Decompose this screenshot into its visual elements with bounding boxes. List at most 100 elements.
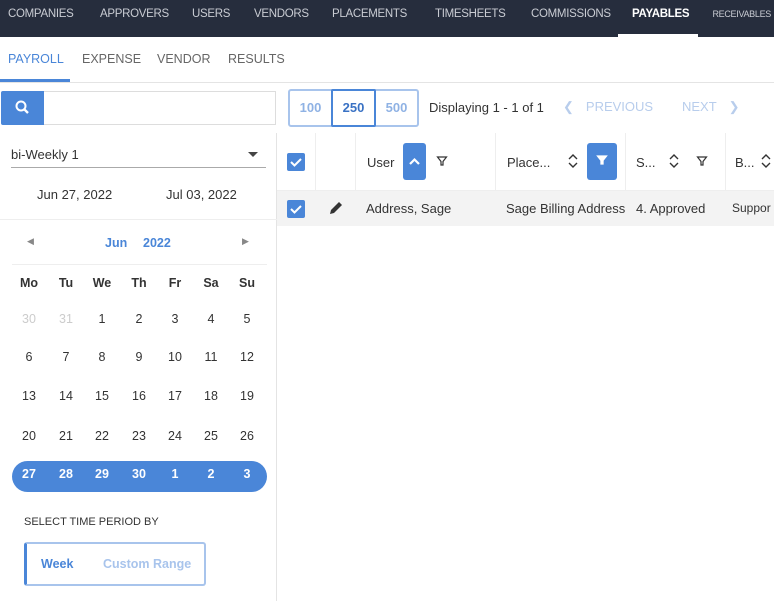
option-week[interactable]: Week — [41, 557, 73, 571]
divider — [12, 264, 267, 265]
weekday-header: Fr — [168, 276, 182, 290]
nav-users[interactable]: USERS — [192, 0, 230, 37]
period-end-date: Jul 03, 2022 — [166, 187, 237, 202]
select-all-checkbox[interactable] — [287, 153, 305, 171]
calendar-day[interactable]: 3 — [229, 467, 265, 481]
calendar-day[interactable]: 29 — [84, 467, 120, 481]
time-period-toggle: Week Custom Range — [24, 542, 206, 586]
filter-icon — [596, 155, 608, 165]
calendar-day[interactable]: 9 — [121, 350, 157, 364]
column-user[interactable]: User — [367, 155, 394, 170]
tab-results[interactable]: RESULTS — [228, 37, 285, 82]
calendar-month[interactable]: Jun — [105, 236, 127, 250]
calendar-day[interactable]: 30 — [11, 312, 47, 326]
cell-placement: Sage Billing Address — [506, 201, 626, 216]
sort-icon[interactable] — [567, 153, 579, 169]
nav-receivables[interactable]: RECEIVABLES — [712, 0, 771, 37]
check-icon — [290, 205, 302, 214]
sort-icon[interactable] — [668, 153, 680, 169]
divider — [0, 219, 277, 220]
filter-active-button[interactable] — [587, 143, 617, 180]
nav-placements[interactable]: PLACEMENTS — [332, 0, 407, 37]
calendar-day[interactable]: 22 — [84, 429, 120, 443]
sort-icon[interactable] — [760, 153, 772, 169]
check-icon — [290, 158, 302, 167]
option-custom-range[interactable]: Custom Range — [103, 557, 191, 571]
prev-month-button[interactable]: ◀ — [27, 236, 34, 247]
column-status[interactable]: S... — [636, 155, 656, 170]
weekday-header: Sa — [203, 276, 219, 290]
nav-timesheets[interactable]: TIMESHEETS — [435, 0, 506, 37]
calendar-day[interactable]: 13 — [11, 389, 47, 403]
calendar-day[interactable]: 6 — [11, 350, 47, 364]
cell-b: Suppor — [732, 201, 771, 215]
calendar-day[interactable]: 7 — [48, 350, 84, 364]
nav-approvers[interactable]: APPROVERS — [100, 0, 169, 37]
calendar-day[interactable]: 31 — [48, 312, 84, 326]
cell-status: 4. Approved — [636, 201, 706, 216]
search-input[interactable] — [44, 91, 276, 125]
page-size-100[interactable]: 100 — [290, 91, 331, 125]
chevron-up-icon — [409, 157, 420, 165]
calendar-day[interactable]: 20 — [11, 429, 47, 443]
calendar-day[interactable]: 4 — [193, 312, 229, 326]
calendar-day[interactable]: 3 — [157, 312, 193, 326]
filter-icon[interactable] — [436, 155, 448, 167]
filter-icon[interactable] — [696, 155, 708, 167]
calendar-day[interactable]: 19 — [229, 389, 265, 403]
weekday-header: Th — [131, 276, 147, 290]
calendar-year[interactable]: 2022 — [143, 236, 171, 250]
edit-pencil-icon[interactable] — [327, 199, 345, 217]
calendar-day[interactable]: 5 — [229, 312, 265, 326]
tab-expense[interactable]: EXPENSE — [82, 37, 141, 82]
calendar-day[interactable]: 21 — [48, 429, 84, 443]
chevron-right-icon: ❯ — [728, 99, 740, 114]
active-tab-indicator — [0, 79, 70, 82]
calendar-day[interactable]: 17 — [157, 389, 193, 403]
tab-vendor[interactable]: VENDOR — [157, 37, 210, 82]
calendar-day[interactable]: 27 — [11, 467, 47, 481]
column-placement[interactable]: Place... — [507, 155, 550, 170]
cell-user: Address, Sage — [366, 201, 452, 216]
calendar-day[interactable]: 1 — [84, 312, 120, 326]
weekday-header: We — [92, 276, 112, 290]
page-size-500[interactable]: 500 — [376, 91, 417, 125]
time-period-label: SELECT TIME PERIOD BY — [24, 516, 159, 528]
calendar-day[interactable]: 10 — [157, 350, 193, 364]
column-b[interactable]: B... — [735, 155, 755, 170]
sub-tabs: PAYROLL EXPENSE VENDOR RESULTS — [0, 37, 774, 83]
nav-vendors[interactable]: VENDORS — [254, 0, 309, 37]
calendar-day[interactable]: 28 — [48, 467, 84, 481]
period-select[interactable]: bi-Weekly 1 — [11, 140, 266, 168]
previous-button[interactable]: ❮ PREVIOUS — [563, 99, 653, 115]
tab-payroll[interactable]: PAYROLL — [8, 37, 64, 82]
calendar-day[interactable]: 26 — [229, 429, 265, 443]
calendar-day[interactable]: 24 — [157, 429, 193, 443]
calendar-day[interactable]: 2 — [121, 312, 157, 326]
sort-asc-button[interactable] — [403, 143, 426, 180]
calendar-day[interactable]: 8 — [84, 350, 120, 364]
calendar-day[interactable]: 2 — [193, 467, 229, 481]
calendar-day[interactable]: 11 — [193, 350, 229, 364]
calendar-day[interactable]: 25 — [193, 429, 229, 443]
calendar-day[interactable]: 1 — [157, 467, 193, 481]
calendar-day[interactable]: 30 — [121, 467, 157, 481]
row-checkbox[interactable] — [287, 200, 305, 218]
previous-label: PREVIOUS — [585, 99, 654, 114]
page-size-250[interactable]: 250 — [331, 89, 376, 127]
calendar-day[interactable]: 12 — [229, 350, 265, 364]
calendar-day[interactable]: 16 — [121, 389, 157, 403]
next-month-button[interactable]: ▶ — [242, 236, 249, 247]
calendar-day[interactable]: 15 — [84, 389, 120, 403]
search-button[interactable] — [1, 91, 45, 125]
nav-payables[interactable]: PAYABLES — [632, 0, 690, 37]
weekday-header: Tu — [58, 276, 74, 290]
chevron-left-icon: ❮ — [563, 99, 574, 114]
calendar-day[interactable]: 14 — [48, 389, 84, 403]
caret-down-icon — [248, 152, 258, 157]
nav-commissions[interactable]: COMMISSIONS — [531, 0, 611, 37]
calendar-day[interactable]: 23 — [121, 429, 157, 443]
next-button[interactable]: NEXT ❯ — [682, 99, 740, 115]
nav-companies[interactable]: COMPANIES — [8, 0, 74, 37]
calendar-day[interactable]: 18 — [193, 389, 229, 403]
